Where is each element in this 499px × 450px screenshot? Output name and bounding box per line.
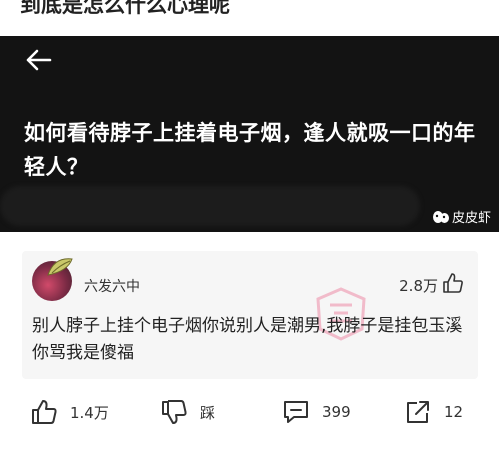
comment-username[interactable]: 六发六中: [84, 276, 140, 296]
comment-button[interactable]: 399: [282, 398, 351, 426]
share-icon: [407, 401, 429, 423]
avatar[interactable]: [32, 258, 73, 301]
comment-count: 399: [322, 403, 351, 421]
post-title: 如何看待脖子上挂着电子烟，逢人就吸一口的年轻人？: [24, 121, 476, 179]
like-button[interactable]: 1.4万: [30, 398, 109, 426]
dislike-button[interactable]: 踩: [160, 398, 215, 426]
like-count: 1.4万: [70, 403, 109, 422]
thumbs-up-icon[interactable]: [442, 272, 464, 294]
post-header: 如何看待脖子上挂着电子烟，逢人就吸一口的年轻人？ 皮皮虾: [0, 36, 499, 232]
leaf-decoration-icon: [47, 258, 73, 276]
redacted-text: [0, 186, 420, 226]
comment-text: 别人脖子上挂个电子烟你说别人是潮男,我脖子是挂包玉溪你骂我是傻福: [32, 316, 463, 363]
thumbs-down-icon: [162, 400, 187, 424]
top-caption: 到底是怎么什么心理呢: [20, 0, 230, 17]
comment-bubble-icon: [284, 401, 308, 423]
comment-like-count: 2.8万: [399, 277, 438, 295]
dislike-label: 踩: [200, 403, 216, 422]
action-bar: 1.4万 踩 399 12: [0, 398, 499, 432]
thumbs-up-icon: [32, 400, 57, 424]
back-arrow-icon[interactable]: [24, 48, 52, 72]
share-count: 12: [444, 403, 464, 421]
comment-card[interactable]: 六发六中 2.8万 别人脖子上挂个电子烟你说别人是潮男,我脖子是挂包玉溪你骂我是…: [22, 251, 478, 379]
share-button[interactable]: 12: [404, 398, 463, 426]
brand-name: 皮皮虾: [451, 211, 491, 226]
brand-watermark: 皮皮虾: [432, 207, 491, 226]
shrimp-logo-icon: [432, 210, 449, 223]
